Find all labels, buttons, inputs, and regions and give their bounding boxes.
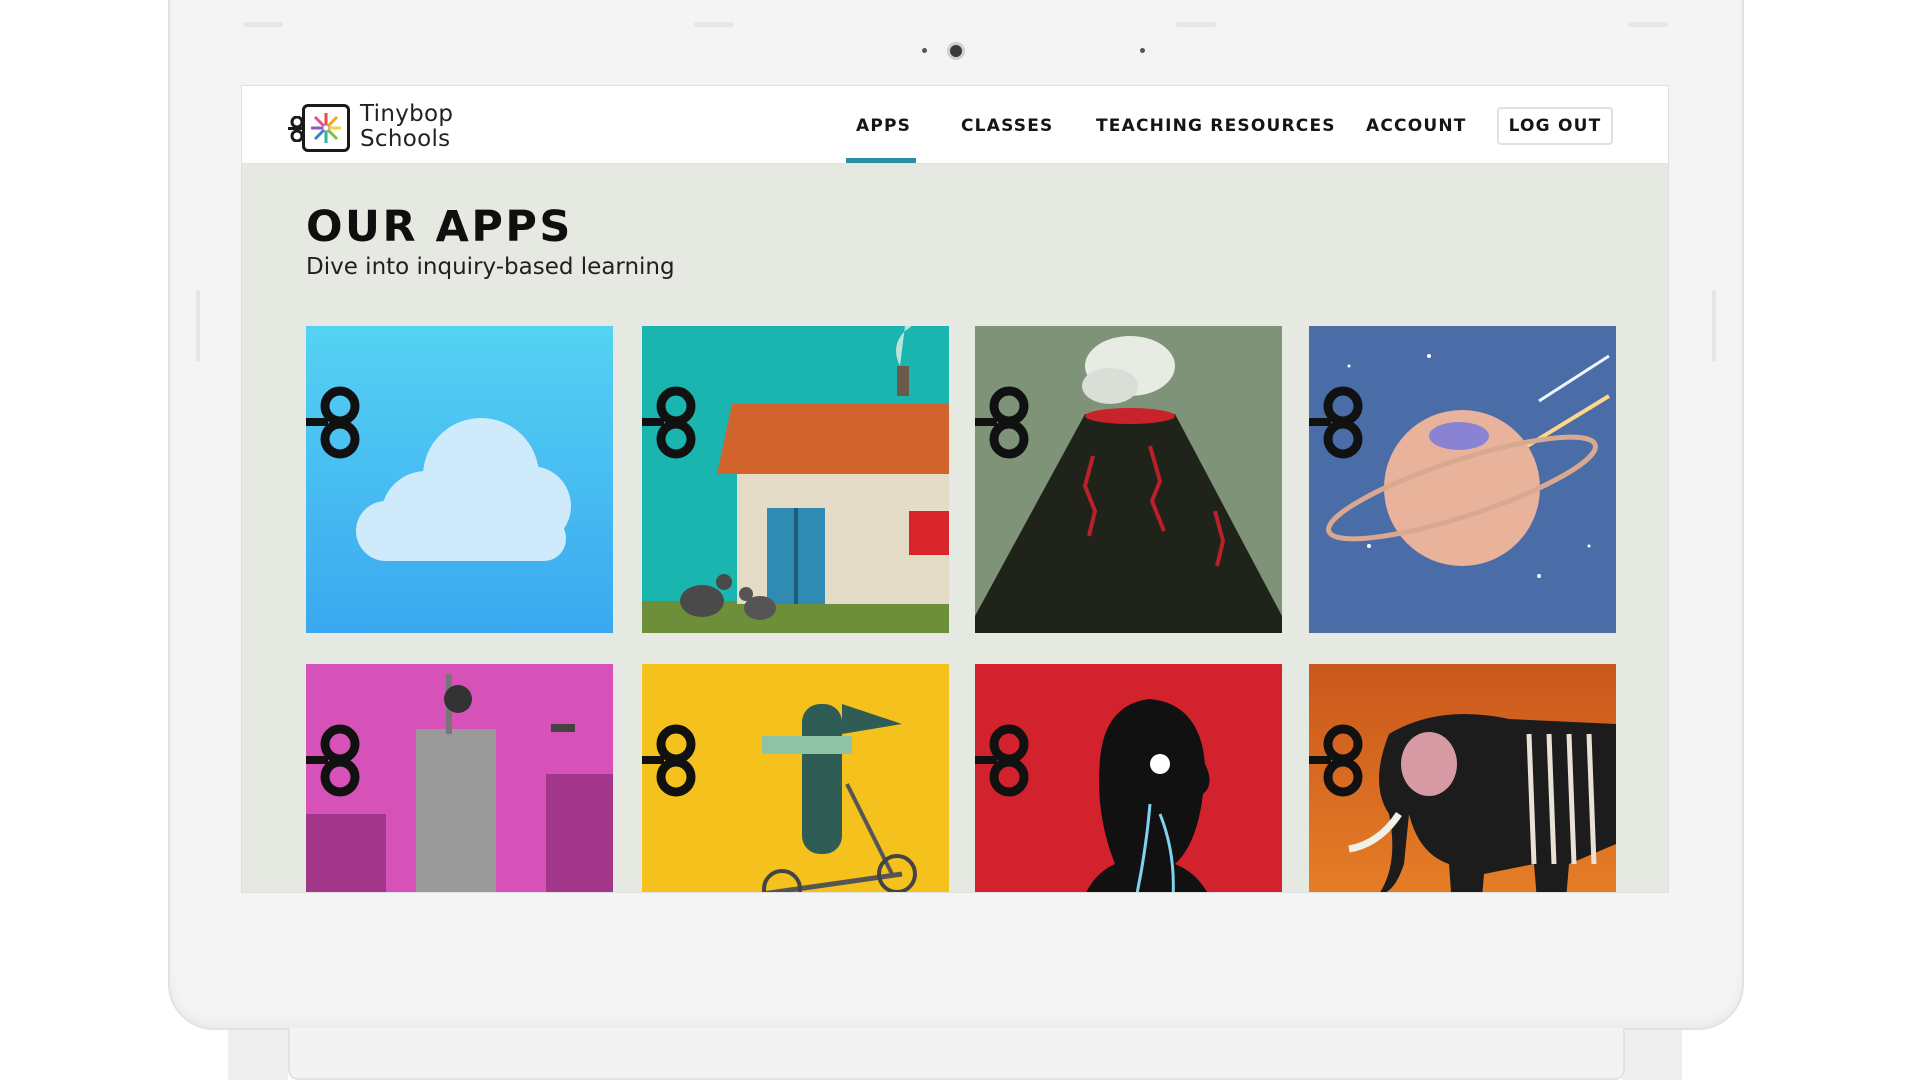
laptop-base <box>288 1028 1625 1080</box>
app-tile-bird-scooter[interactable] <box>642 664 949 892</box>
nav-apps[interactable]: APPS <box>856 116 911 136</box>
brand-line-1: Tinybop <box>360 101 454 127</box>
human-body-icon <box>975 664 1282 892</box>
side-hinge <box>196 290 200 362</box>
elephant-anatomy-icon <box>1309 664 1616 892</box>
browser-screen: Tinybop Schools APPS CLASSES TEACHING RE… <box>241 85 1669 893</box>
sensor-dot <box>922 48 927 53</box>
nav-active-indicator <box>846 158 916 163</box>
app-tile-space[interactable] <box>1309 326 1616 633</box>
nav-classes[interactable]: CLASSES <box>961 116 1053 136</box>
bezel-notch <box>1628 22 1668 27</box>
side-hinge <box>1712 290 1716 362</box>
bezel-notch <box>243 22 283 27</box>
app-tile-human-body[interactable] <box>975 664 1282 892</box>
top-navigation-bar: Tinybop Schools APPS CLASSES TEACHING RE… <box>242 86 1668 164</box>
app-tile-city[interactable] <box>306 664 613 892</box>
page-title: OUR APPS <box>306 202 573 252</box>
app-tile-weather[interactable] <box>306 326 613 633</box>
log-out-button[interactable]: LOG OUT <box>1497 107 1613 145</box>
tinybop-schools-logo[interactable]: Tinybop Schools <box>288 100 478 156</box>
app-tile-homes[interactable] <box>642 326 949 633</box>
nav-account[interactable]: ACCOUNT <box>1366 116 1467 136</box>
laptop-foot <box>228 1030 288 1080</box>
house-chickens-icon <box>642 326 949 633</box>
pinwheel-logo-icon <box>302 104 350 152</box>
cloud-weather-icon <box>306 326 613 633</box>
planet-comet-icon <box>1309 326 1616 633</box>
brand-line-2: Schools <box>360 126 451 152</box>
sensor-dot <box>1140 48 1145 53</box>
volcano-icon <box>975 326 1282 633</box>
page-subtitle: Dive into inquiry-based learning <box>306 254 675 280</box>
city-skyscraper-icon <box>306 664 613 892</box>
bezel-notch <box>694 22 734 27</box>
bird-scooter-icon <box>642 664 949 892</box>
webcam-icon <box>947 42 965 60</box>
app-tile-earth[interactable] <box>975 326 1282 633</box>
brand-name: Tinybop Schools <box>360 102 453 152</box>
nav-teaching-resources[interactable]: TEACHING RESOURCES <box>1096 116 1336 136</box>
laptop-foot <box>1622 1030 1682 1080</box>
bezel-notch <box>1176 22 1216 27</box>
app-tile-animals[interactable] <box>1309 664 1616 892</box>
